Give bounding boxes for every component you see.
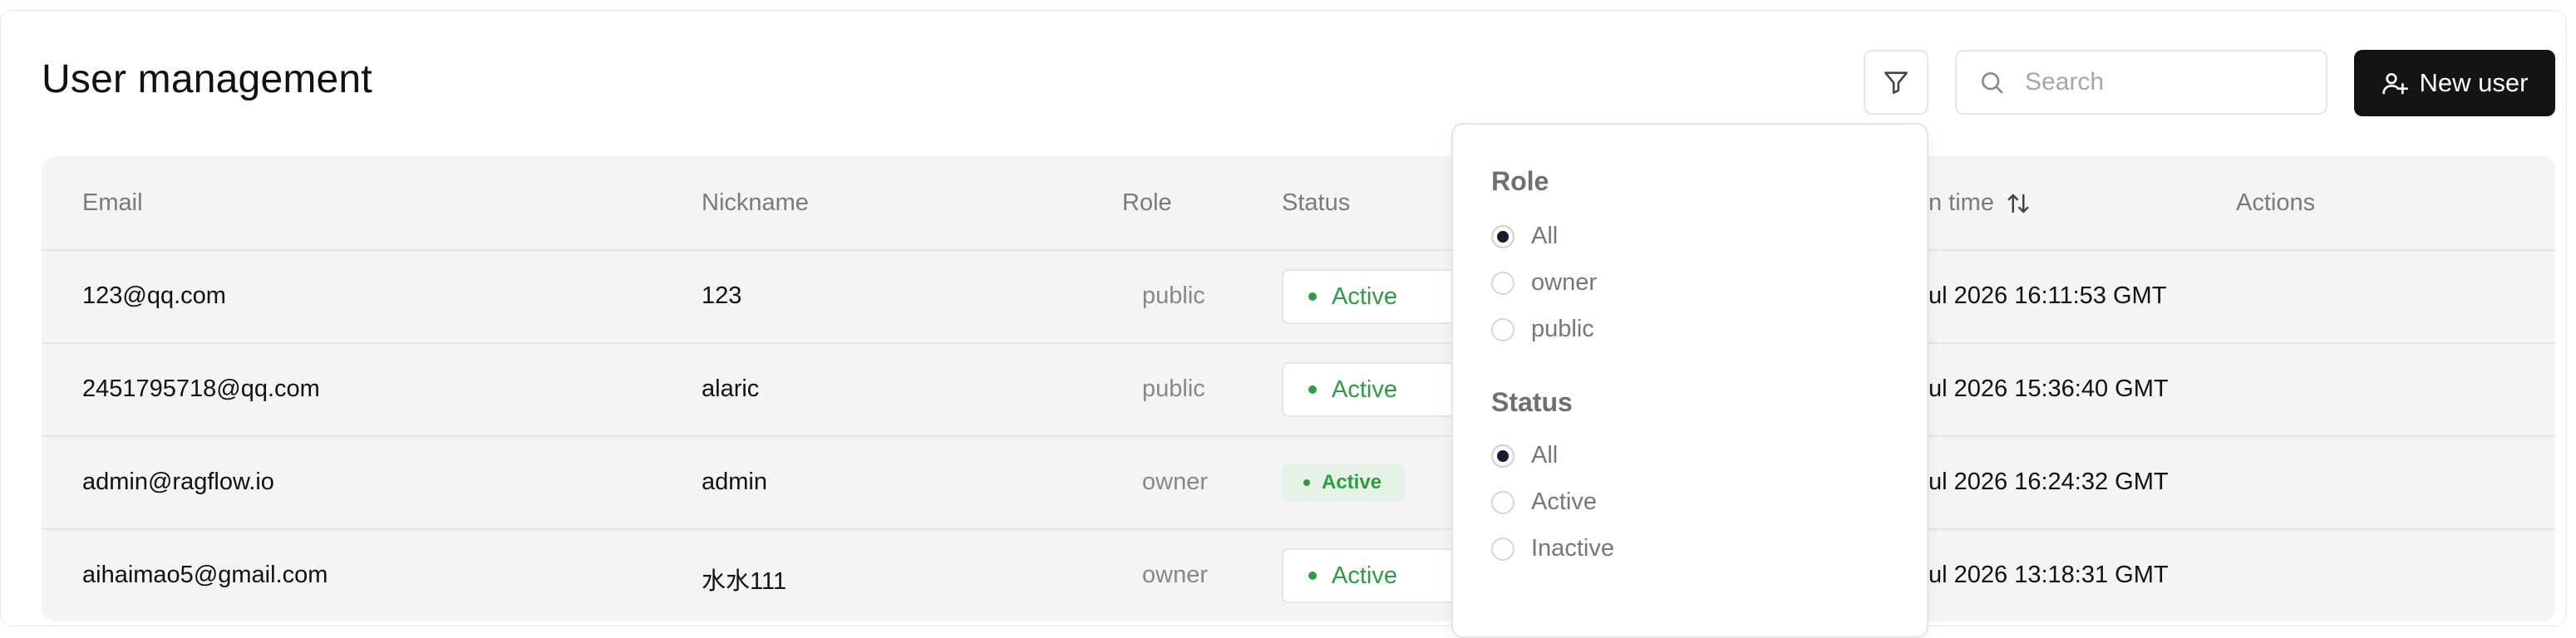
new-user-label: New user (2419, 68, 2529, 97)
column-actions: Actions (2236, 189, 2316, 216)
radio[interactable] (1491, 490, 1515, 514)
row-email: 2451795718@qq.com (82, 375, 320, 402)
dot-icon (1308, 385, 1317, 394)
radio-checked[interactable] (1491, 444, 1515, 468)
role-filter-title: Role (1491, 166, 1549, 196)
role-option-all[interactable]: All (1491, 223, 1558, 250)
users-table: Email Nickname Role Status n time Action… (42, 156, 2555, 621)
row-nickname: 水水111 (702, 568, 787, 595)
dot-icon (1303, 479, 1310, 486)
status-filter-title: Status (1491, 387, 1573, 417)
row-email: aihaimao5@gmail.com (82, 562, 328, 588)
column-role[interactable]: Role (1122, 189, 1172, 217)
table-row: 2451795718@qq.com alaric public Active u… (42, 342, 2555, 437)
row-email: admin@ragflow.io (82, 469, 274, 495)
status-option-label: All (1531, 442, 1559, 469)
row-nickname: alaric (702, 375, 760, 402)
status-option-all[interactable]: All (1491, 442, 1558, 469)
status-badge: Active (1282, 269, 1473, 324)
row-time: ul 2026 15:36:40 GMT (1928, 375, 2169, 402)
search-box[interactable] (1955, 50, 2327, 115)
table-row: 123@qq.com 123 public Active ul 2026 16:… (42, 249, 2555, 344)
row-role: public (1142, 375, 1205, 402)
row-role: owner (1142, 469, 1208, 495)
role-option-owner[interactable]: owner (1491, 269, 1597, 297)
status-option-active[interactable]: Active (1491, 488, 1597, 516)
status-option-label: Active (1531, 488, 1597, 515)
column-time-label: n time (1928, 189, 1994, 216)
search-input[interactable] (2023, 67, 2309, 97)
status-option-inactive[interactable]: Inactive (1491, 535, 1614, 562)
table-row: aihaimao5@gmail.com 水水111 owner Active u… (42, 528, 2555, 621)
role-option-label: owner (1531, 269, 1597, 296)
status-badge: Active (1282, 464, 1405, 502)
status-text: Active (1332, 562, 1397, 589)
status-option-label: Inactive (1531, 535, 1614, 562)
filter-button[interactable] (1864, 50, 1928, 115)
status-badge: Active (1282, 548, 1473, 603)
row-email: 123@qq.com (82, 282, 226, 309)
search-icon (1978, 69, 2005, 96)
column-email[interactable]: Email (82, 189, 143, 217)
new-user-button[interactable]: New user (2354, 50, 2555, 116)
role-option-label: All (1531, 223, 1559, 249)
role-option-label: public (1531, 316, 1594, 342)
row-nickname: 123 (702, 282, 742, 309)
table-header: Email Nickname Role Status n time Action… (42, 156, 2555, 249)
radio[interactable] (1491, 537, 1515, 561)
dot-icon (1308, 572, 1317, 580)
row-role: public (1142, 282, 1205, 309)
row-role: owner (1142, 562, 1208, 588)
radio[interactable] (1491, 271, 1515, 295)
row-nickname: admin (702, 469, 767, 495)
row-time: ul 2026 16:11:53 GMT (1928, 282, 2167, 309)
sort-arrows-icon[interactable] (2006, 191, 2031, 216)
filter-dropdown: Role All owner public Status All Active … (1451, 123, 1928, 638)
radio-checked[interactable] (1491, 224, 1515, 248)
column-status[interactable]: Status (1282, 189, 1350, 217)
funnel-icon (1884, 71, 1909, 95)
status-text: Active (1332, 282, 1397, 310)
column-time[interactable]: n time (1928, 189, 2031, 217)
status-text: Active (1322, 471, 1382, 493)
status-text: Active (1332, 375, 1397, 403)
dot-icon (1308, 292, 1317, 301)
role-option-public[interactable]: public (1491, 316, 1594, 343)
status-badge: Active (1282, 362, 1473, 417)
table-row: admin@ragflow.io admin owner Active ul 2… (42, 435, 2555, 530)
row-time: ul 2026 13:18:31 GMT (1928, 562, 2169, 588)
row-time: ul 2026 16:24:32 GMT (1928, 469, 2169, 495)
user-plus-icon (2381, 73, 2408, 95)
radio[interactable] (1491, 317, 1515, 341)
column-nickname[interactable]: Nickname (702, 189, 809, 217)
page-title: User management (42, 57, 372, 101)
